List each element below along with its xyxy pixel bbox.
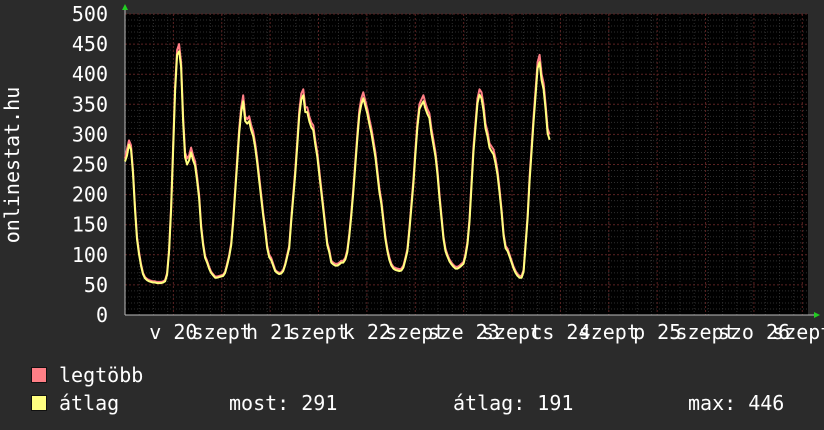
x-tick-label: szept [192,320,252,344]
chart-panel: 0 50 100 150 200 250 300 350 400 450 500 v 20 szept h… [0,0,824,430]
y-tick-label: 150 [72,213,108,237]
x-tick-label: v 20 [149,320,197,344]
x-tick-label: szept [772,320,824,344]
legend-swatch-avg [31,395,47,411]
y-tick-label: 350 [72,92,108,116]
x-axis-arrow [814,312,820,318]
y-tick-label: 200 [72,183,108,207]
y-tick-label: 450 [72,32,108,56]
legend-label-max: legtöbb [59,363,144,387]
x-tick-label: k 22 [343,320,391,344]
x-tick-label: szept [579,320,639,344]
stat-average: átlag: 191 [453,391,574,415]
legend-swatch-max [31,367,47,383]
stat-current: most: 291 [229,391,338,415]
line-chart: 050100150200250300350400450500v 20szepth… [0,2,824,344]
legend-label-avg: átlag [59,391,120,415]
x-tick-label: p 25 [633,320,681,344]
x-tick-label: h 21 [246,320,294,344]
stat-max: max: 446 [688,391,785,415]
y-tick-label: 250 [72,153,108,177]
y-tick-label: 100 [72,243,108,267]
x-tick-label: szept [288,320,348,344]
y-tick-label: 0 [96,303,108,327]
y-tick-label: 400 [72,62,108,86]
y-tick-label: 300 [72,122,108,146]
y-axis-label: onlinestat.hu [0,87,24,244]
y-axis-arrow [122,4,128,10]
y-tick-label: 50 [84,273,108,297]
y-tick-label: 500 [72,2,108,26]
